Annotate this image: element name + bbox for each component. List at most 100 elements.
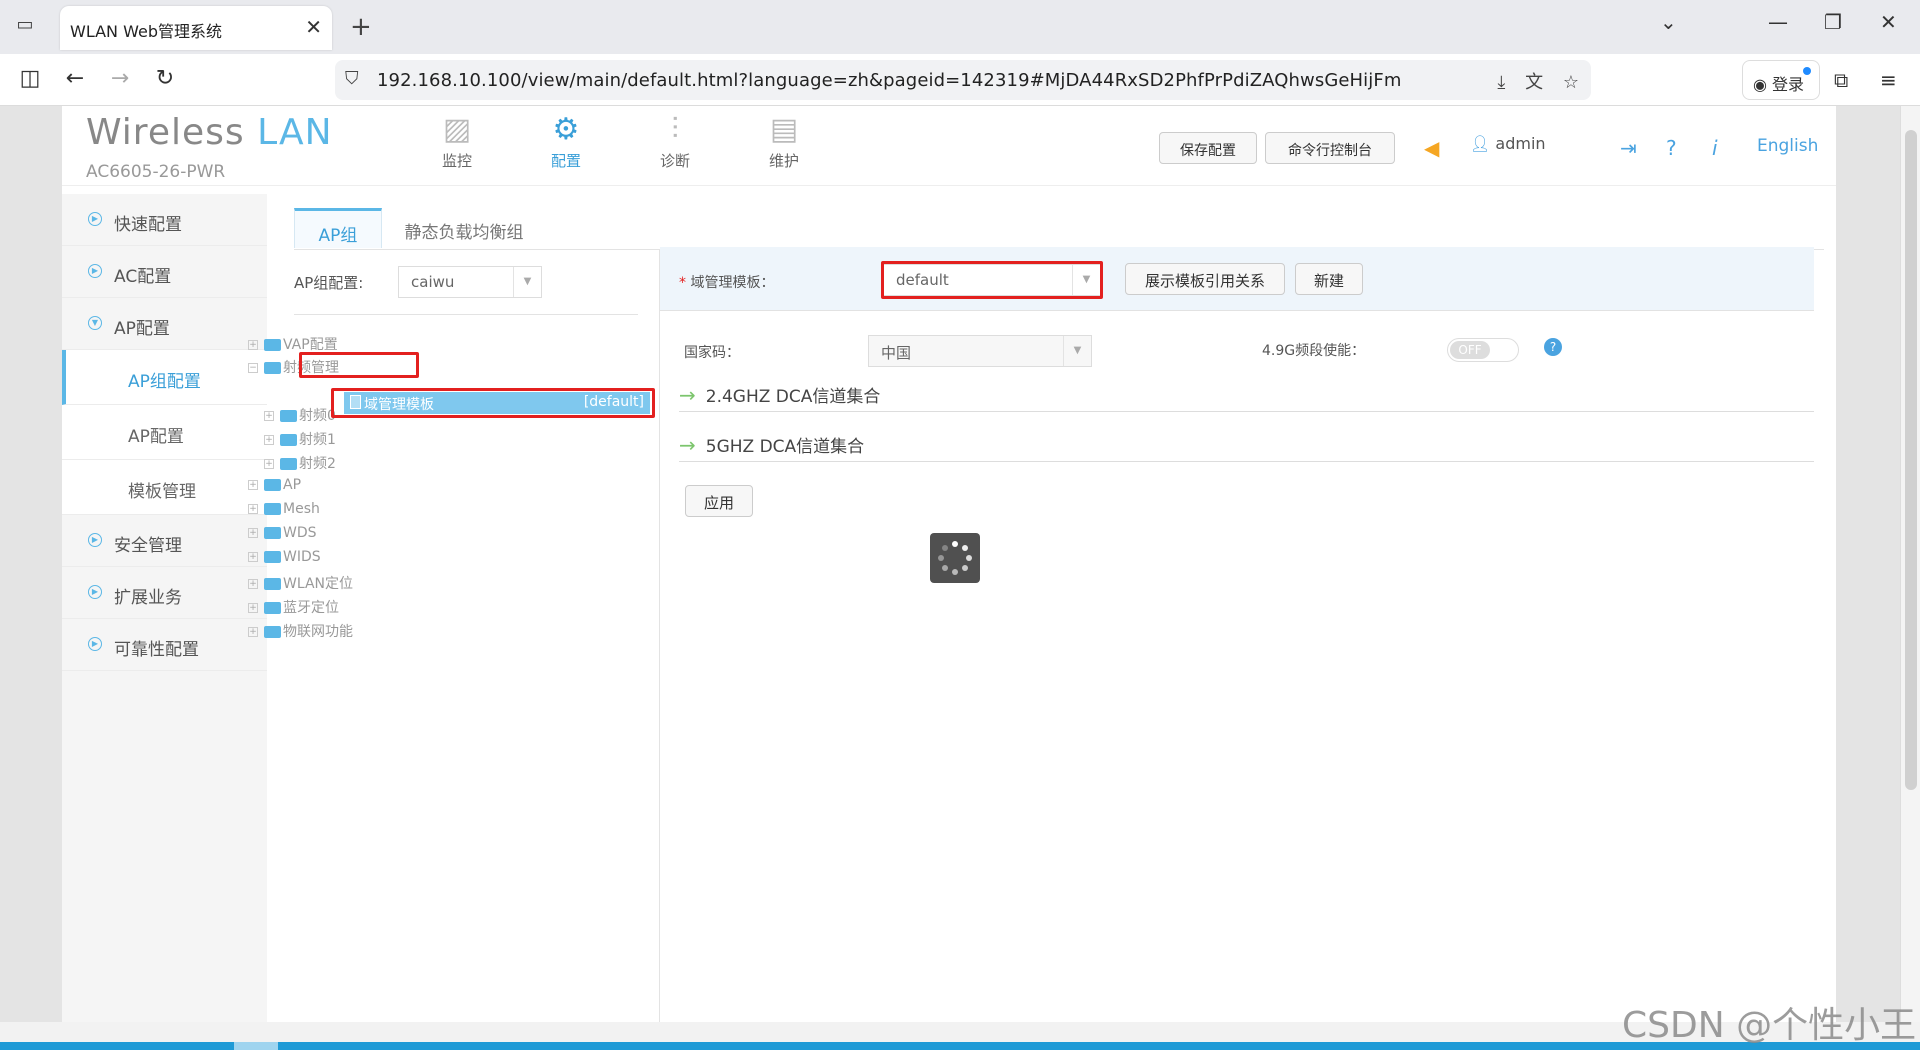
tab-ap-group[interactable]: AP组 [294, 208, 382, 248]
language-switch[interactable]: English [1757, 136, 1818, 156]
expand-icon: + [248, 504, 258, 514]
expand-icon: + [248, 340, 258, 350]
chevron-down-icon: ▼ [1063, 336, 1091, 366]
install-icon[interactable]: ⤓ [1497, 72, 1505, 93]
scroll-thumb[interactable] [1905, 130, 1917, 790]
tree-node-mesh[interactable]: + Mesh [248, 501, 320, 521]
folder-icon [280, 458, 297, 470]
show-template-ref-button[interactable]: 展示模板引用关系 [1125, 263, 1285, 295]
tree-node-radio2[interactable]: + 射频2 [264, 453, 336, 473]
sidebar-sub-ap-group-config[interactable]: AP组配置 [62, 350, 267, 405]
minimize-icon[interactable]: — [1768, 10, 1788, 34]
sidebar-item-ac-config[interactable]: ▶ AC配置 [62, 246, 267, 298]
tab-static-lb-group[interactable]: 静态负载均衡组 [394, 208, 534, 248]
nav-diagnose-label: 诊断 [659, 152, 690, 170]
arrow-right-icon: → [679, 383, 696, 407]
help-icon[interactable]: ? [1666, 136, 1677, 160]
folder-icon [280, 434, 297, 446]
translate-icon[interactable]: 文 [1525, 72, 1543, 93]
ap-group-value: caiwu [411, 273, 455, 291]
tree-node-wids[interactable]: + WIDS [248, 549, 321, 569]
dca-24-section[interactable]: → 2.4GHZ DCA信道集合 [679, 382, 1814, 412]
login-label: 登录 [1772, 75, 1805, 94]
expand-icon: + [248, 552, 258, 562]
forward-icon[interactable]: → [106, 66, 134, 91]
close-window-icon[interactable]: ✕ [1880, 10, 1897, 34]
highlight-domain-select [881, 261, 1103, 299]
sidebar-sub-template-mgmt[interactable]: 模板管理 [62, 460, 267, 515]
question-help-icon[interactable]: ? [1544, 338, 1562, 356]
tree-node-ap[interactable]: + AP [248, 477, 301, 497]
restore-icon[interactable]: ❐ [1824, 10, 1842, 34]
country-code-value: 中国 [881, 344, 912, 362]
country-code-select[interactable]: 中国 ▼ [868, 335, 1092, 367]
tree-node-bt-loc[interactable]: + 蓝牙定位 [248, 597, 339, 617]
folder-icon [264, 362, 281, 374]
address-bar[interactable]: ⛉ 192.168.10.100/view/main/default.html?… [335, 60, 1591, 100]
menu-icon[interactable]: ≡ [1880, 68, 1897, 92]
notification-dot [1803, 67, 1811, 75]
login-button[interactable]: ◉ 登录 [1742, 60, 1820, 100]
sidebar-sub-ap-config[interactable]: AP配置 [62, 405, 267, 460]
site-info-icon[interactable]: ⛉ [345, 68, 359, 89]
user-icon: 👤︎ [1470, 134, 1491, 153]
sidebar-item-quick-config[interactable]: ▶ 快速配置 [62, 194, 267, 246]
sidebar-item-extensions[interactable]: ▶ 扩展业务 [62, 567, 267, 619]
sidebar-item-label: 可靠性配置 [114, 640, 199, 660]
left-divider [294, 314, 638, 315]
tree-node-radio1[interactable]: + 射频1 [264, 429, 336, 449]
browser-tab[interactable]: WLAN Web管理系统 ✕ [60, 6, 332, 50]
sidebar-toggle-icon[interactable]: ◫ [16, 66, 44, 91]
ap-group-label: AP组配置: [294, 274, 364, 292]
nav-monitor[interactable]: ▨ 监控 [412, 112, 502, 171]
sliders-icon: ⫶ [671, 112, 679, 147]
band49-label: 4.9G频段使能： [1262, 343, 1366, 359]
sidebar-item-label: 安全管理 [114, 536, 182, 556]
sidebar-item-ap-config[interactable]: ▼ AP配置 [62, 298, 267, 350]
browser-tab-bar: ▭ WLAN Web管理系统 ✕ + ⌄ — ❐ ✕ [0, 0, 1920, 54]
collapse-circle-icon: ▼ [88, 316, 102, 330]
tree-node-vap[interactable]: + VAP配置 [248, 334, 338, 354]
nav-maintain[interactable]: ▤ 维护 [739, 112, 829, 171]
apply-button[interactable]: 应用 [685, 485, 753, 517]
new-button[interactable]: 新建 [1295, 263, 1363, 295]
domain-template-label: * 域管理模板： [679, 275, 775, 291]
back-icon[interactable]: ← [61, 66, 89, 91]
bookmark-star-icon[interactable]: ☆ [1563, 72, 1579, 93]
new-tab-icon[interactable]: + [350, 12, 372, 42]
url-text[interactable]: 192.168.10.100/view/main/default.html?la… [377, 70, 1401, 91]
scroll-thumb[interactable] [234, 1042, 278, 1050]
save-config-button[interactable]: 保存配置 [1159, 132, 1257, 164]
band49-toggle[interactable]: OFF [1447, 338, 1519, 362]
dca-5-section[interactable]: → 5GHZ DCA信道集合 [679, 432, 1814, 462]
page-margin-right [1836, 106, 1900, 1022]
ap-group-select[interactable]: caiwu ▼ [398, 266, 542, 298]
tree-node-wds[interactable]: + WDS [248, 525, 317, 545]
vertical-scrollbar[interactable] [1900, 106, 1920, 1022]
collapse-icon: − [248, 363, 258, 373]
cli-console-button[interactable]: 命令行控制台 [1265, 132, 1395, 164]
tab-actions-icon[interactable]: ▭ [10, 14, 40, 40]
tab-title: WLAN Web管理系统 [70, 22, 222, 41]
expand-icon: + [248, 603, 258, 613]
tree-node-radio0[interactable]: + 射频0 [264, 405, 336, 425]
reload-icon[interactable]: ↻ [151, 66, 179, 91]
tree-node-wlan-loc[interactable]: + WLAN定位 [248, 573, 353, 593]
nav-config[interactable]: ⚙ 配置 [521, 112, 611, 171]
loading-spinner-icon [930, 533, 980, 583]
folder-icon [264, 503, 281, 515]
logout-icon[interactable]: ⇥ [1620, 136, 1637, 160]
extensions-icon[interactable]: ⧉ [1834, 68, 1848, 92]
alarm-icon[interactable]: ◀ [1424, 136, 1439, 160]
tab-list-icon[interactable]: ⌄ [1660, 10, 1677, 34]
sidebar-item-security[interactable]: ▶ 安全管理 [62, 515, 267, 567]
sidebar-item-reliability[interactable]: ▶ 可靠性配置 [62, 619, 267, 671]
folder-icon [264, 602, 281, 614]
tab-close-icon[interactable]: ✕ [305, 15, 322, 39]
chevron-down-icon: ▼ [513, 267, 541, 297]
info-icon[interactable]: i [1712, 136, 1718, 160]
nav-diagnose[interactable]: ⫶ 诊断 [630, 112, 720, 171]
folder-icon [264, 578, 281, 590]
dca-24-label: 2.4GHZ DCA信道集合 [705, 387, 881, 407]
tree-node-iot[interactable]: + 物联网功能 [248, 621, 353, 641]
